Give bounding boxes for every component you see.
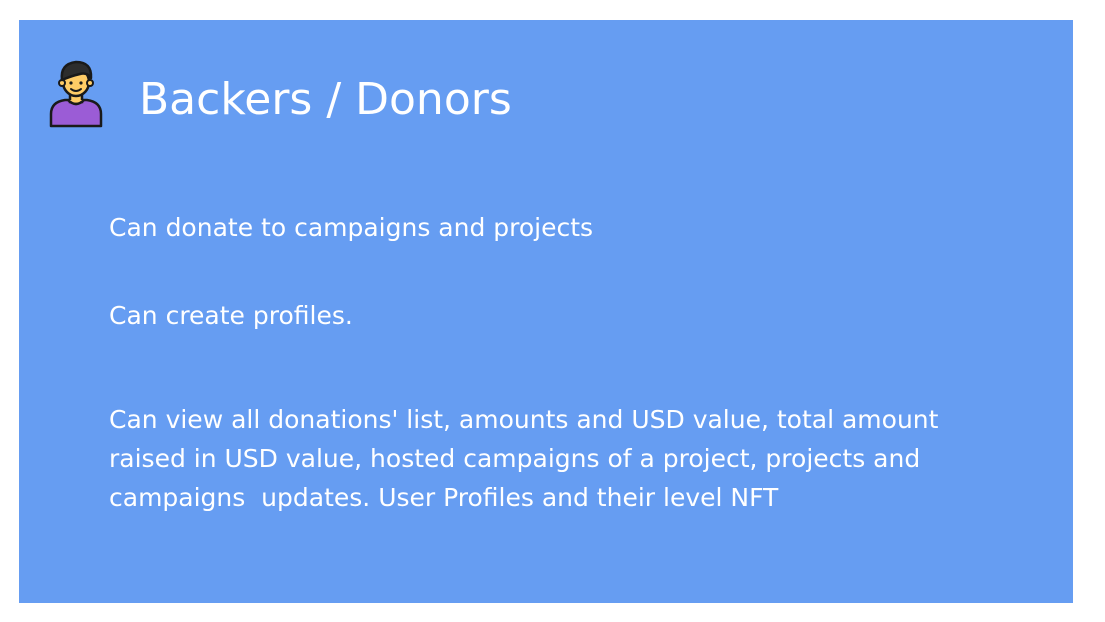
card-title: Backers / Donors [139, 74, 512, 125]
user-avatar-icon [49, 60, 103, 128]
backers-donors-card: Backers / Donors Can donate to campaigns… [19, 20, 1073, 603]
permission-item-view: Can view all donations' list, amounts an… [109, 405, 947, 512]
permission-item-donate: Can donate to campaigns and projects [109, 213, 594, 242]
permission-item-profiles: Can create profiles. [109, 301, 353, 330]
